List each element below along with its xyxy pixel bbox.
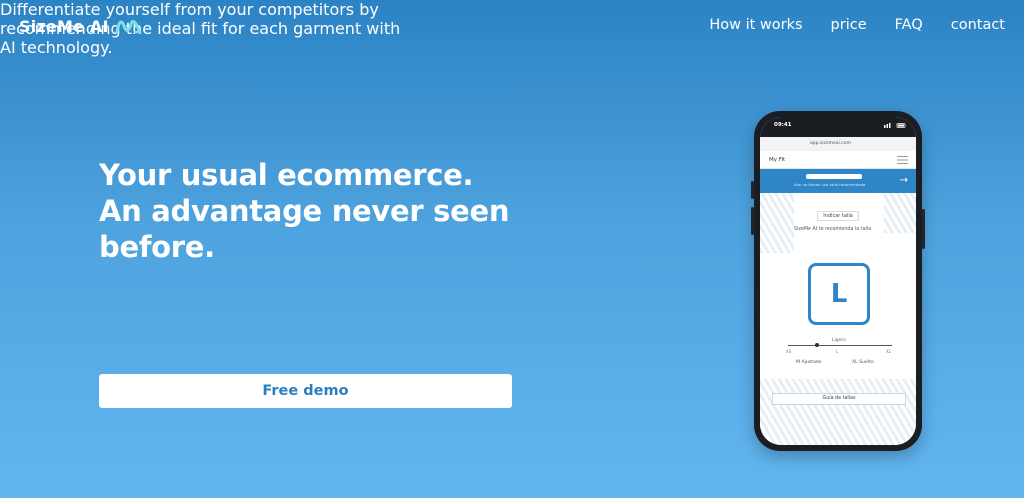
nav-faq[interactable]: FAQ xyxy=(895,17,923,33)
phone-screen: 09:41 app.sizemeai.com My Fit Aún no tie… xyxy=(760,117,916,445)
fit-slider[interactable] xyxy=(788,345,892,346)
alt-size-label: M Ajustado xyxy=(796,360,822,365)
battery-signal-icon xyxy=(884,123,906,128)
site-name: My Fit xyxy=(769,157,786,163)
fit-slider-label: Ligero xyxy=(832,338,846,343)
recommendation-text: SizeMe AI te recomienda la talla xyxy=(794,227,872,232)
logo-text: SizeMe AI xyxy=(19,16,109,36)
menu-icon xyxy=(897,156,908,164)
main-nav: How it works price FAQ contact xyxy=(681,17,1005,33)
phone-side-button xyxy=(751,207,754,235)
url-text: app.sizemeai.com xyxy=(810,141,851,146)
decorative-stripes xyxy=(760,193,794,253)
hero-headline: Your usual ecommerce. An advantage never… xyxy=(99,157,539,265)
slider-tick: XS xyxy=(786,349,792,354)
phone-side-button xyxy=(922,209,925,249)
indicate-size-button[interactable]: Indicar talla xyxy=(817,211,859,221)
site-header-mobile: My Fit xyxy=(760,151,916,169)
url-bar: app.sizemeai.com xyxy=(760,137,916,151)
size-guide-button[interactable]: Guía de tallas xyxy=(772,393,906,405)
nav-how-it-works[interactable]: How it works xyxy=(709,17,802,33)
site-header: SizeMe AI How it works price FAQ contact xyxy=(0,0,1024,54)
banner-text: Aún no tienes una talla recomendada xyxy=(794,182,866,187)
alt-size-label: XL Suelto xyxy=(852,360,874,365)
phone-side-button xyxy=(751,181,754,199)
banner-pill xyxy=(806,174,862,179)
free-demo-button[interactable]: Free demo xyxy=(99,374,512,408)
status-time: 09:41 xyxy=(774,122,792,128)
nav-contact[interactable]: contact xyxy=(951,17,1005,33)
fit-banner: Aún no tienes una talla recomendada → xyxy=(760,169,916,193)
headline-line: An advantage never seen xyxy=(99,194,510,228)
slider-tick: L xyxy=(836,349,839,354)
fit-slider-handle[interactable] xyxy=(815,343,819,347)
decorative-stripes xyxy=(884,193,916,233)
recommended-size-badge: L xyxy=(808,263,870,325)
headline-line: Your usual ecommerce. xyxy=(99,158,474,192)
wave-logo-icon xyxy=(115,20,141,34)
nav-price[interactable]: price xyxy=(831,17,867,33)
slider-tick: XL xyxy=(886,349,891,354)
decorative-stripes xyxy=(760,379,916,445)
phone-mockup: 09:41 app.sizemeai.com My Fit Aún no tie… xyxy=(751,111,925,451)
headline-line: before. xyxy=(99,230,215,264)
phone-notch xyxy=(809,117,867,135)
logo[interactable]: SizeMe AI xyxy=(19,16,142,36)
arrow-right-icon[interactable]: → xyxy=(900,175,908,186)
